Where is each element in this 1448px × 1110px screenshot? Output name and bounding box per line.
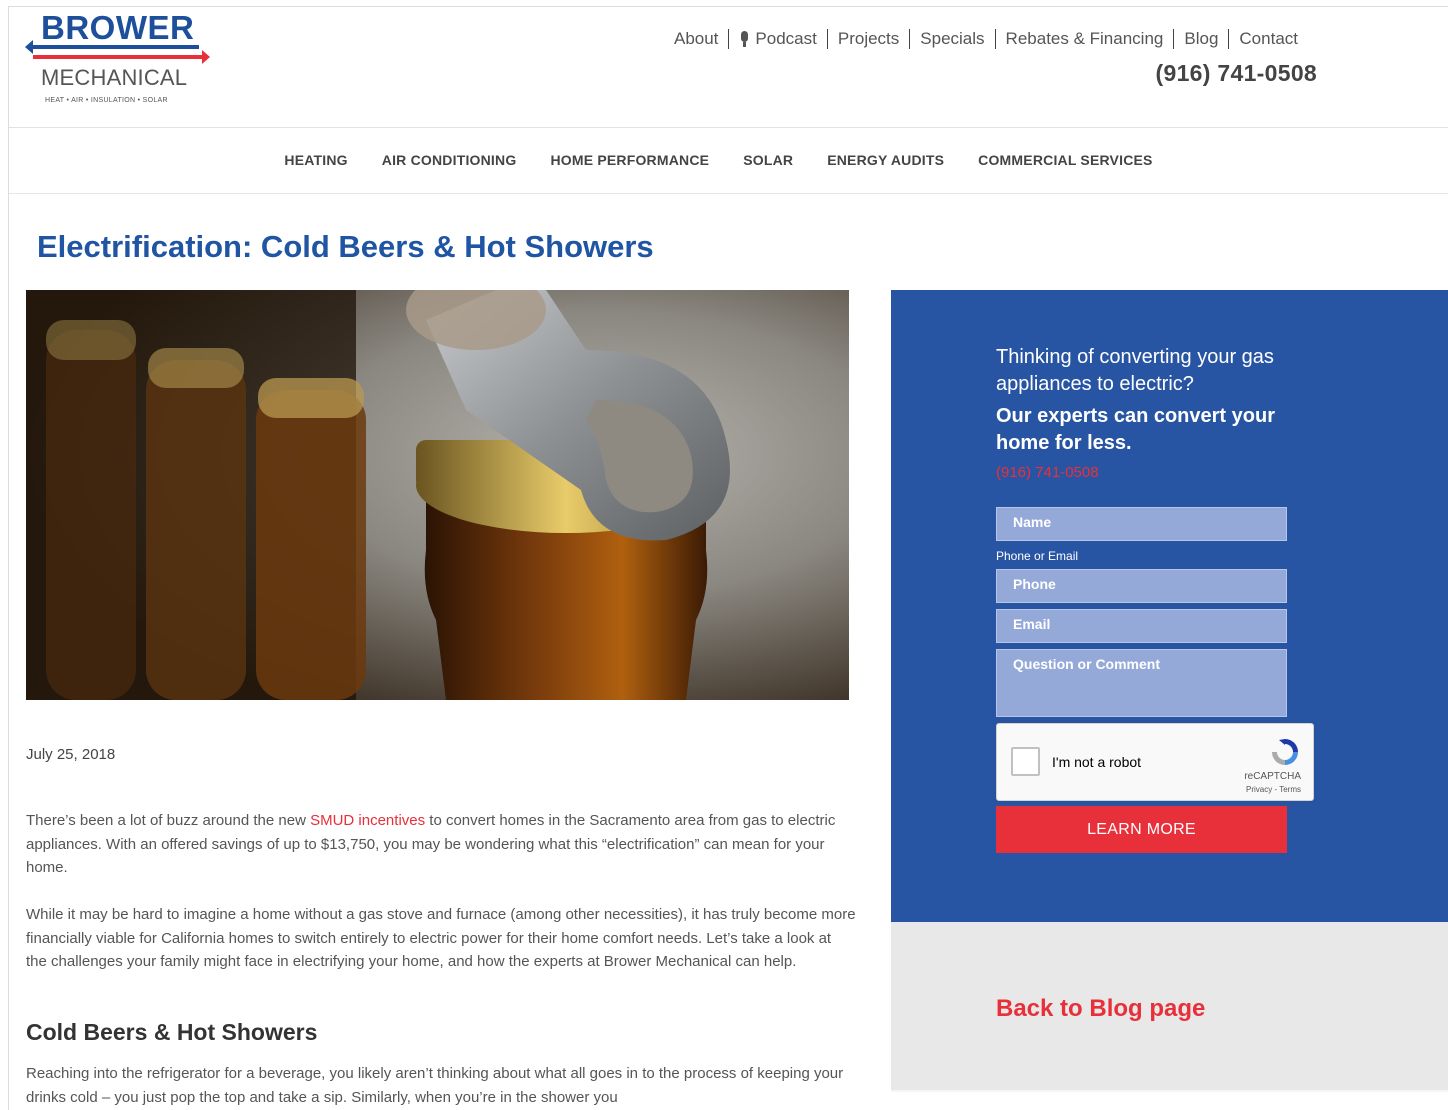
main-nav-commercial-services[interactable]: COMMERCIAL SERVICES — [978, 152, 1152, 168]
article-paragraph: There’s been a lot of buzz around the ne… — [26, 809, 856, 880]
page-title: Electrification: Cold Beers & Hot Shower… — [37, 229, 654, 264]
utility-nav: About Podcast Projects Specials Rebates … — [664, 29, 1308, 49]
learn-more-button[interactable]: LEARN MORE — [996, 806, 1287, 853]
main-nav-heating[interactable]: HEATING — [284, 152, 347, 168]
microphone-icon — [739, 31, 749, 47]
phone-or-email-label: Phone or Email — [996, 549, 1079, 563]
recaptcha-checkbox[interactable] — [1011, 747, 1040, 776]
main-nav: HEATING AIR CONDITIONING HOME PERFORMANC… — [9, 127, 1448, 193]
sidebar-cta-question: Thinking of converting your gas applianc… — [996, 346, 1274, 395]
nav-link-rebates-financing[interactable]: Rebates & Financing — [994, 29, 1174, 49]
paragraph-text: There’s been a lot of buzz around the ne… — [26, 812, 311, 829]
header-phone-number[interactable]: (916) 741-0508 — [1156, 60, 1317, 87]
article-subheading: Cold Beers & Hot Showers — [26, 1019, 318, 1045]
sidebar-phone-number[interactable]: (916) 741-0508 — [996, 464, 1099, 481]
logo-word-brower: BROWER — [41, 9, 195, 46]
main-nav-energy-audits[interactable]: ENERGY AUDITS — [827, 152, 944, 168]
post-date: July 25, 2018 — [26, 746, 116, 763]
brower-mechanical-logo[interactable]: BROWER MECHANICAL HEAT • AIR • INSULATIO… — [25, 9, 210, 109]
recaptcha-brand: reCAPTCHA — [1244, 771, 1301, 782]
nav-link-podcast[interactable]: Podcast — [728, 29, 826, 49]
divider — [9, 193, 1448, 194]
nav-link-about[interactable]: About — [664, 29, 728, 49]
main-nav-air-conditioning[interactable]: AIR CONDITIONING — [382, 152, 517, 168]
smud-incentives-link[interactable]: SMUD incentives — [310, 812, 425, 829]
divider — [891, 1090, 1448, 1092]
sidebar-cta-statement: Our experts can convert your home for le… — [996, 405, 1275, 454]
nav-link-podcast-label: Podcast — [755, 29, 817, 48]
name-field[interactable]: Name — [996, 507, 1287, 541]
main-nav-home-performance[interactable]: HOME PERFORMANCE — [550, 152, 709, 168]
logo-red-arrow — [33, 50, 210, 64]
recaptcha-label: I'm not a robot — [1052, 754, 1142, 770]
nav-link-specials[interactable]: Specials — [909, 29, 994, 49]
nav-link-blog[interactable]: Blog — [1173, 29, 1228, 49]
browser-page: BROWER MECHANICAL HEAT • AIR • INSULATIO… — [8, 6, 1448, 1110]
phone-field[interactable]: Phone — [996, 569, 1287, 603]
recaptcha-logo-icon — [1272, 739, 1298, 765]
hero-image-beer-bottle-opener — [26, 290, 849, 700]
logo-tagline: HEAT • AIR • INSULATION • SOLAR — [45, 97, 168, 104]
logo-blue-arrow — [25, 40, 199, 54]
article-paragraph: While it may be hard to imagine a home w… — [26, 906, 856, 970]
back-to-blog-link[interactable]: Back to Blog page — [996, 995, 1205, 1023]
recaptcha-privacy-terms[interactable]: Privacy - Terms — [1246, 785, 1301, 794]
logo-word-mechanical: MECHANICAL — [41, 65, 188, 90]
recaptcha-widget: I'm not a robot reCAPTCHA Privacy - Term… — [996, 723, 1314, 801]
main-nav-solar[interactable]: SOLAR — [743, 152, 793, 168]
email-field[interactable]: Email — [996, 609, 1287, 643]
nav-link-projects[interactable]: Projects — [826, 29, 909, 49]
nav-link-contact[interactable]: Contact — [1228, 29, 1308, 49]
comment-field[interactable]: Question or Comment — [996, 649, 1287, 717]
article-paragraph: Reaching into the refrigerator for a bev… — [26, 1065, 844, 1106]
